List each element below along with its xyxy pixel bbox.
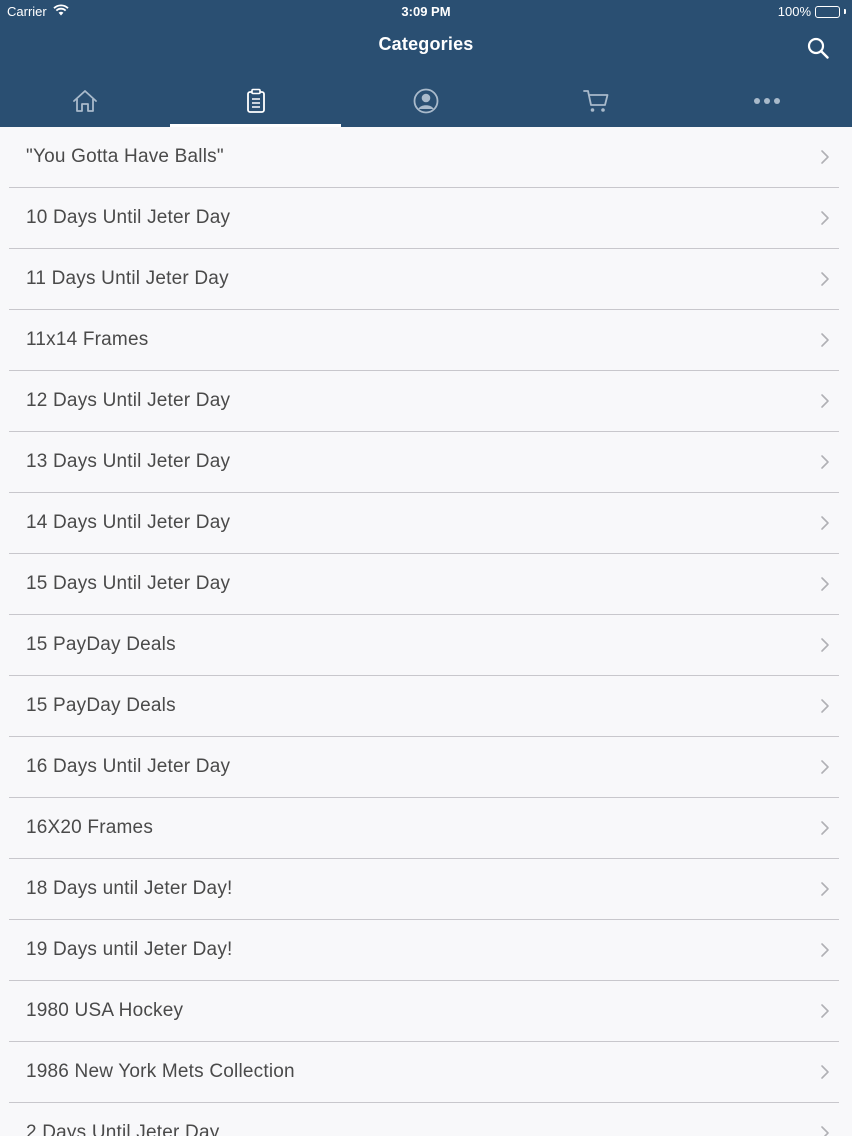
chevron-right-icon <box>820 210 830 226</box>
search-button[interactable] <box>803 33 833 63</box>
category-row[interactable]: 1980 USA Hockey <box>9 981 839 1042</box>
home-icon <box>73 89 98 112</box>
category-row[interactable]: 10 Days Until Jeter Day <box>9 188 839 249</box>
category-label: 15 PayDay Deals <box>26 695 176 716</box>
battery-indicator: 100% <box>778 4 846 19</box>
category-label: "You Gotta Have Balls" <box>26 146 224 167</box>
tab-account[interactable] <box>341 74 511 127</box>
category-row[interactable]: 2 Days Until Jeter Day <box>9 1103 839 1136</box>
tab-home[interactable] <box>0 74 170 127</box>
chevron-right-icon <box>820 454 830 470</box>
category-row[interactable]: 16 Days Until Jeter Day <box>9 737 839 798</box>
status-bar: Carrier 3:09 PM 100% <box>0 0 852 24</box>
category-label: 16X20 Frames <box>26 817 154 838</box>
category-row[interactable]: 15 Days Until Jeter Day <box>9 554 839 615</box>
category-label: 19 Days until Jeter Day! <box>26 939 233 960</box>
chevron-right-icon <box>820 271 830 287</box>
category-label: 1980 USA Hockey <box>26 1000 184 1021</box>
more-icon <box>753 97 780 104</box>
chevron-right-icon <box>820 1064 830 1080</box>
category-row[interactable]: 19 Days until Jeter Day! <box>9 920 839 981</box>
category-label: 16 Days Until Jeter Day <box>26 756 231 777</box>
category-row[interactable]: 1986 New York Mets Collection <box>9 1042 839 1103</box>
category-label: 15 Days Until Jeter Day <box>26 573 231 594</box>
category-row[interactable]: 13 Days Until Jeter Day <box>9 432 839 493</box>
category-row[interactable]: 15 PayDay Deals <box>9 676 839 737</box>
category-label: 11x14 Frames <box>26 329 149 350</box>
search-icon <box>807 37 829 59</box>
clipboard-icon <box>246 88 265 113</box>
category-row[interactable]: 14 Days Until Jeter Day <box>9 493 839 554</box>
chevron-right-icon <box>820 1003 830 1019</box>
chevron-right-icon <box>820 698 830 714</box>
category-row[interactable]: 18 Days until Jeter Day! <box>9 859 839 920</box>
category-label: 2 Days Until Jeter Day <box>26 1122 220 1136</box>
chevron-right-icon <box>820 576 830 592</box>
tab-bar <box>0 74 852 127</box>
battery-percent: 100% <box>777 4 811 19</box>
category-row[interactable]: 11x14 Frames <box>9 310 839 371</box>
page-title: Categories <box>378 34 474 54</box>
chevron-right-icon <box>820 820 830 836</box>
status-time: 3:09 PM <box>401 4 451 19</box>
category-list: "You Gotta Have Balls" 10 Days Until Jete… <box>0 127 852 1136</box>
category-label: 10 Days Until Jeter Day <box>26 207 231 228</box>
chevron-right-icon <box>820 515 830 531</box>
category-label: 14 Days Until Jeter Day <box>26 512 231 533</box>
chevron-right-icon <box>820 332 830 348</box>
category-label: 18 Days until Jeter Day! <box>26 878 233 899</box>
category-row[interactable]: "You Gotta Have Balls" <box>9 127 839 188</box>
category-row[interactable]: 15 PayDay Deals <box>9 615 839 676</box>
category-label: 12 Days Until Jeter Day <box>26 390 231 411</box>
category-row[interactable]: 11 Days Until Jeter Day <box>9 249 839 310</box>
category-label: 11 Days Until Jeter Day <box>26 268 229 289</box>
battery-icon <box>815 5 840 18</box>
category-label: 13 Days Until Jeter Day <box>26 451 231 472</box>
category-row[interactable]: 12 Days Until Jeter Day <box>9 371 839 432</box>
chevron-right-icon <box>820 393 830 409</box>
chevron-right-icon <box>820 759 830 775</box>
category-row[interactable]: 16X20 Frames <box>9 798 839 859</box>
tab-categories[interactable] <box>170 74 342 127</box>
cart-icon <box>583 89 609 112</box>
user-icon <box>413 88 439 113</box>
chevron-right-icon <box>820 881 830 897</box>
tab-cart[interactable] <box>511 74 681 127</box>
category-label: 15 PayDay Deals <box>26 634 176 655</box>
chevron-right-icon <box>820 149 830 165</box>
chevron-right-icon <box>820 637 830 653</box>
chevron-right-icon <box>820 1125 830 1136</box>
category-label: 1986 New York Mets Collection <box>26 1061 295 1082</box>
app-header: Carrier 3:09 PM 100% Categories <box>0 0 852 127</box>
tab-more[interactable] <box>682 74 852 127</box>
chevron-right-icon <box>820 942 830 958</box>
